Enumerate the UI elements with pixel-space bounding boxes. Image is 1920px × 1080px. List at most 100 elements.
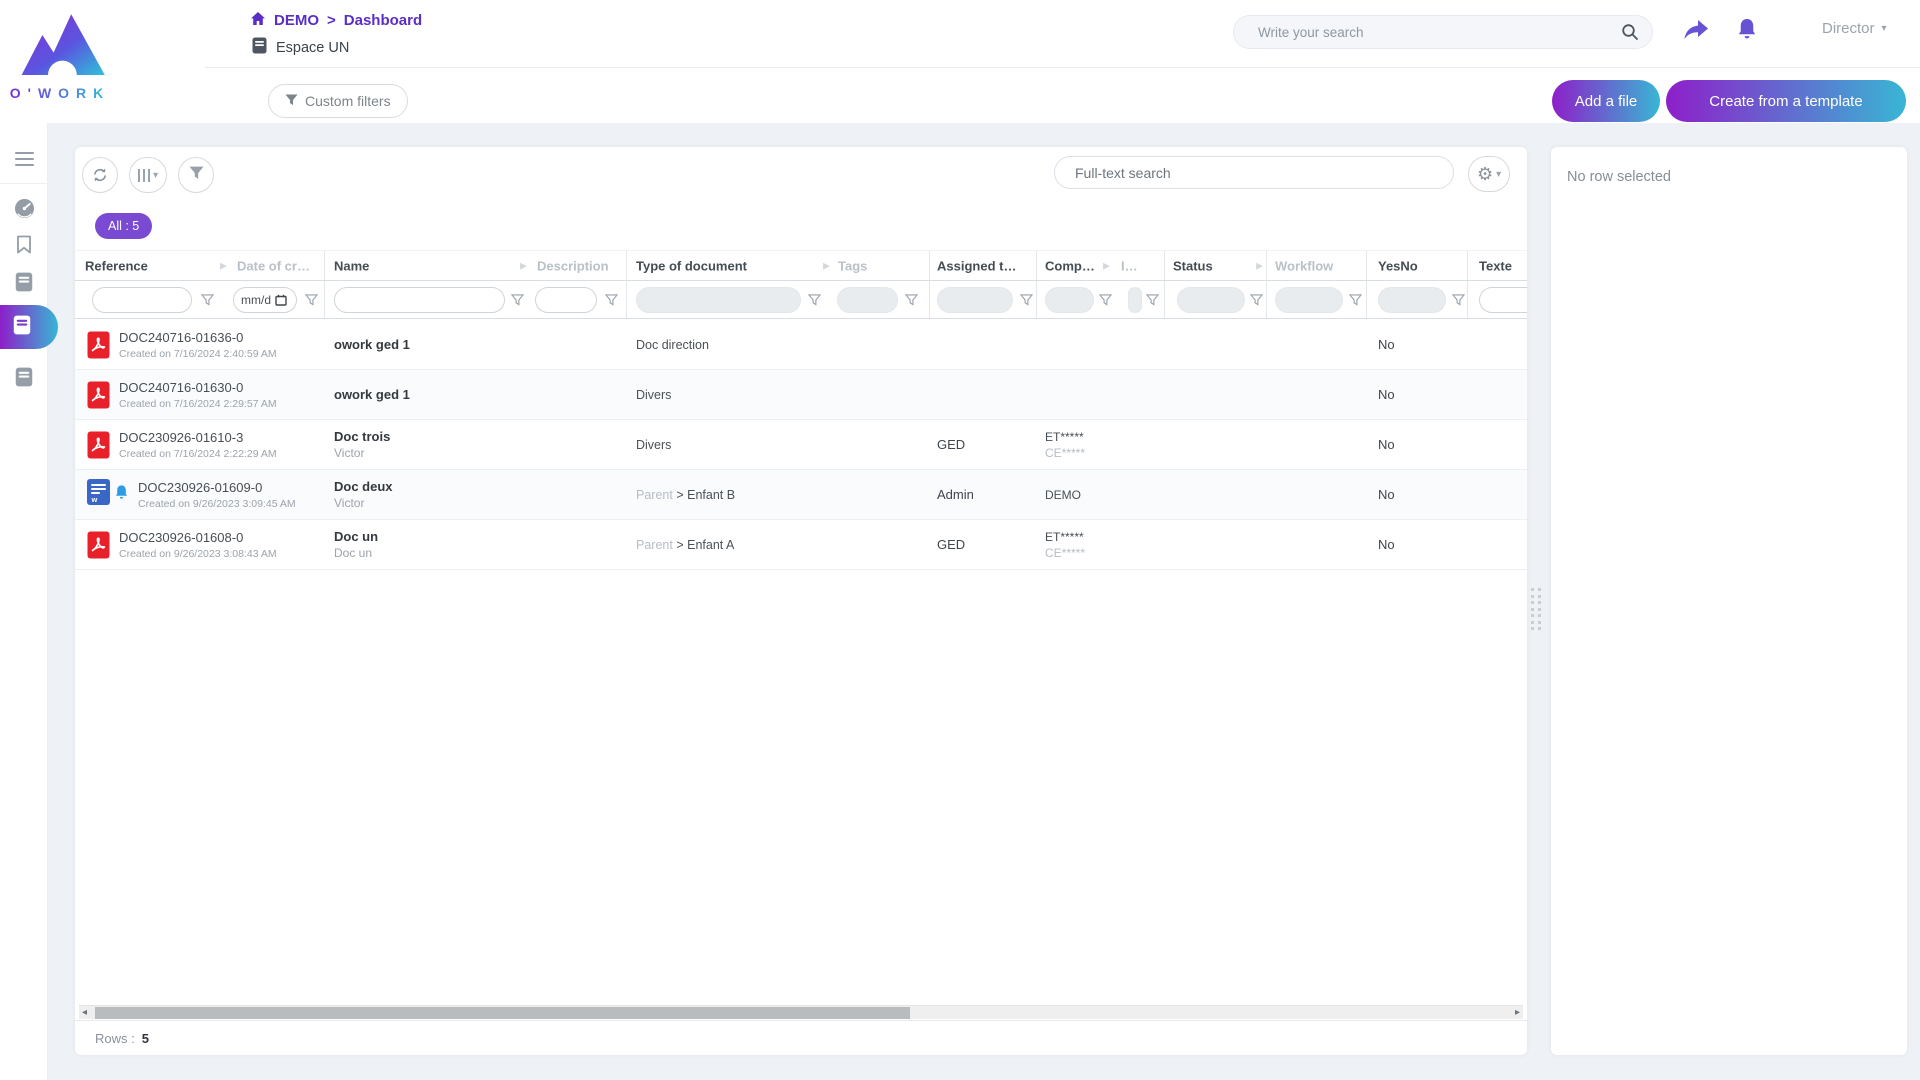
row-type: Divers (636, 438, 671, 452)
funnel-icon (285, 93, 298, 109)
column-header-workflow[interactable]: Workflow (1275, 258, 1333, 273)
panel-resize-handle[interactable] (1531, 588, 1541, 630)
filter-tags-select[interactable] (837, 287, 898, 313)
scroll-right-arrow[interactable]: ▸ (1515, 1006, 1520, 1020)
notification-bell-icon (114, 484, 129, 506)
sidebar-item-dashboard[interactable] (0, 193, 48, 229)
table-row[interactable]: DOC240716-01636-0 Created on 7/16/2024 2… (75, 320, 1527, 370)
filter-funnel-icon[interactable] (201, 293, 214, 311)
filter-workflow-select[interactable] (1275, 287, 1343, 313)
row-type: > Enfant B (676, 488, 735, 502)
refresh-button[interactable] (82, 157, 118, 193)
rows-count: 5 (142, 1031, 149, 1046)
filter-assigned-select[interactable] (937, 287, 1013, 313)
sort-arrow-icon: ▶ (1256, 260, 1263, 271)
date-placeholder: mm/d (241, 293, 271, 307)
word-file-icon: w (87, 479, 110, 510)
filter-funnel-icon[interactable] (905, 293, 918, 311)
column-header-type-of-document[interactable]: Type of document (636, 258, 747, 273)
brand-name: O'WORK (8, 85, 112, 101)
sidebar-item-archive[interactable] (0, 361, 48, 397)
row-name-subtitle: Victor (334, 496, 393, 510)
column-header-name[interactable]: Name (334, 258, 369, 273)
filter-yesno-select[interactable] (1378, 287, 1446, 313)
breadcrumb: DEMO > Dashboard (250, 11, 422, 30)
column-header-tags[interactable]: Tags (838, 258, 867, 273)
filter-type-select[interactable] (636, 287, 801, 313)
table-header-row: Reference ▶ Date of cr… Name ▶ Descripti… (75, 250, 1527, 281)
row-comp-primary: ET***** (1045, 430, 1085, 444)
sort-arrow-icon: ▶ (220, 260, 227, 271)
row-created: Created on 9/26/2023 3:08:43 AM (119, 548, 277, 560)
pdf-file-icon (87, 381, 110, 409)
row-name: Doc trois (334, 429, 390, 444)
filter-description-input[interactable] (536, 288, 596, 312)
custom-filters-button[interactable]: Custom filters (268, 84, 408, 118)
search-icon[interactable] (1621, 23, 1639, 46)
filter-funnel-icon[interactable] (605, 293, 618, 311)
row-yesno: No (1367, 370, 1468, 419)
table-row[interactable]: DOC240716-01630-0 Created on 7/16/2024 2… (75, 370, 1527, 420)
home-icon[interactable] (250, 11, 266, 30)
column-header-assigned-to[interactable]: Assigned t… (937, 258, 1016, 273)
column-header-comp[interactable]: Comp… (1045, 258, 1095, 273)
filter-funnel-icon[interactable] (511, 293, 524, 311)
column-header-reference[interactable]: Reference (85, 258, 148, 273)
scroll-left-arrow[interactable]: ◂ (82, 1006, 87, 1020)
filter-funnel-icon[interactable] (808, 293, 821, 311)
column-header-yesno[interactable]: YesNo (1378, 258, 1418, 273)
row-name-subtitle: Doc un (334, 546, 378, 560)
sidebar-item-library[interactable] (0, 266, 48, 302)
detail-panel: No row selected (1551, 147, 1907, 1055)
filter-i-select[interactable] (1128, 287, 1142, 313)
sidebar-item-bookmarks[interactable] (0, 229, 48, 265)
table-filter-row: mm/d (75, 281, 1527, 319)
fulltext-search (1054, 156, 1454, 189)
table-row[interactable]: DOC230926-01608-0 Created on 9/26/2023 3… (75, 520, 1527, 570)
filter-funnel-icon[interactable] (1146, 293, 1159, 311)
add-file-button[interactable]: Add a file (1552, 80, 1660, 122)
column-header-description[interactable]: Description (537, 258, 609, 273)
column-header-i[interactable]: I… (1121, 258, 1138, 273)
table-row[interactable]: DOC230926-01610-3 Created on 7/16/2024 2… (75, 420, 1527, 470)
filter-date-input[interactable]: mm/d (233, 287, 297, 313)
columns-button[interactable]: ▾ (129, 157, 167, 193)
space-row: Espace UN (252, 37, 349, 58)
notifications-bell-icon[interactable] (1736, 17, 1758, 47)
app-logo[interactable]: O'WORK (8, 4, 112, 101)
table-row[interactable]: w DOC230926-01609-0 Created on 9/26/2023… (75, 470, 1527, 520)
row-name-subtitle: Victor (334, 446, 390, 460)
column-header-texte[interactable]: Texte (1479, 258, 1512, 273)
row-name: owork ged 1 (334, 387, 410, 402)
filter-funnel-icon[interactable] (1020, 293, 1033, 311)
global-search-input[interactable] (1233, 15, 1653, 49)
column-header-status[interactable]: Status (1173, 258, 1213, 273)
user-role-menu[interactable]: Director ▾ (1822, 20, 1887, 37)
filter-comp-select[interactable] (1045, 287, 1094, 313)
filter-badge-all[interactable]: All : 5 (95, 213, 152, 239)
filter-funnel-icon[interactable] (1250, 293, 1263, 311)
filter-funnel-icon[interactable] (1452, 293, 1465, 311)
filter-button[interactable] (178, 157, 214, 193)
scrollbar-thumb[interactable] (95, 1007, 910, 1019)
filter-funnel-icon[interactable] (305, 293, 318, 311)
filter-funnel-icon[interactable] (1099, 293, 1112, 311)
row-type: Doc direction (636, 338, 709, 352)
create-from-template-button[interactable]: Create from a template (1666, 80, 1906, 122)
breadcrumb-root[interactable]: DEMO (274, 12, 319, 29)
sidebar-menu-toggle[interactable] (0, 141, 48, 177)
breadcrumb-current[interactable]: Dashboard (344, 12, 422, 29)
filter-texte-input[interactable] (1480, 288, 1527, 312)
filter-status-select[interactable] (1177, 287, 1245, 313)
row-assigned: Admin (930, 470, 1037, 519)
table-settings-button[interactable]: ⚙ ▾ (1468, 156, 1510, 192)
share-icon[interactable] (1683, 19, 1709, 46)
filter-reference-input[interactable] (93, 288, 191, 312)
horizontal-scrollbar[interactable]: ◂ ▸ (79, 1005, 1523, 1019)
fulltext-search-input[interactable] (1054, 156, 1454, 189)
filter-name-input[interactable] (335, 288, 504, 312)
sidebar-item-documents-active[interactable] (0, 305, 58, 349)
row-reference: DOC230926-01609-0 (138, 480, 296, 495)
column-header-date-of-creation[interactable]: Date of cr… (237, 258, 310, 273)
filter-funnel-icon[interactable] (1349, 293, 1362, 311)
